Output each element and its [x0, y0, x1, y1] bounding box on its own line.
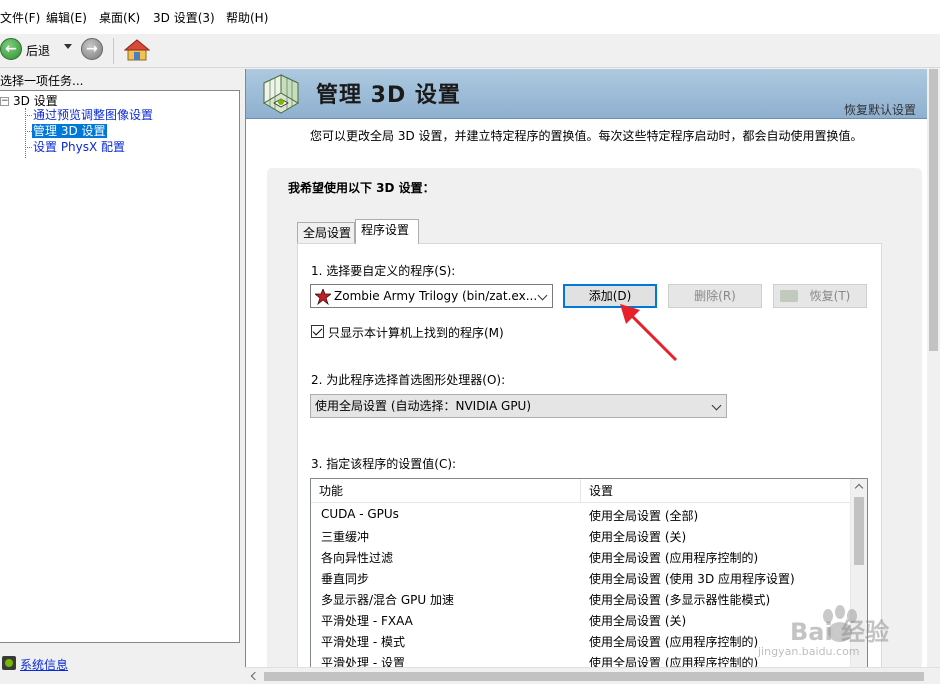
feature-cell[interactable]: 垂直同步 [321, 570, 369, 587]
feature-cell[interactable]: 平滑处理 - 模式 [321, 633, 405, 650]
page-banner: 管理 3D 设置 恢复默认设置 [246, 69, 940, 119]
tree-connector [25, 131, 32, 132]
horizontal-scrollbar[interactable] [245, 667, 940, 684]
page-title: 管理 3D 设置 [316, 83, 461, 108]
chevron-down-icon [711, 400, 722, 411]
page-scroll-thumb[interactable] [929, 69, 938, 351]
remove-button-label: 删除(R) [694, 289, 736, 303]
add-button-label: 添加(D) [588, 289, 632, 303]
gpu-select[interactable]: 使用全局设置 (自动选择：NVIDIA GPU) [310, 394, 727, 418]
setting-cell[interactable]: 使用全局设置 (应用程序控制的) [589, 633, 758, 650]
step1-label: 1. 选择要自定义的程序(S): [311, 264, 456, 278]
toolbar: ← 后退 → [0, 34, 940, 68]
task-tree: − 3D 设置 通过预览调整图像设置 管理 3D 设置 设置 PhysX 配置 [0, 90, 240, 643]
nvidia-eye-icon [780, 290, 798, 302]
home-icon[interactable] [124, 38, 150, 62]
feature-cell[interactable]: 多显示器/混合 GPU 加速 [321, 591, 454, 608]
page-description: 您可以更改全局 3D 设置，并建立特定程序的置换值。每次这些特定程序启动时，都会… [310, 129, 863, 143]
3d-cube-icon [263, 74, 299, 114]
menu-file[interactable]: 文件(F) [0, 9, 40, 26]
page-scrollbar[interactable] [927, 69, 940, 667]
collapse-icon[interactable]: − [0, 97, 9, 106]
content-pane: 管理 3D 设置 恢复默认设置 您可以更改全局 3D 设置，并建立特定程序的置换… [245, 69, 940, 684]
restore-defaults-link[interactable]: 恢复默认设置 [844, 101, 916, 118]
gpu-select-value: 使用全局设置 (自动选择：NVIDIA GPU) [315, 399, 532, 413]
tree-item-label: 通过预览调整图像设置 [33, 108, 154, 122]
zombie-army-icon [315, 289, 331, 305]
menu-bar: 文件(F) 编辑(E) 桌面(K) 3D 设置(3) 帮助(H) [0, 0, 940, 34]
program-select-value: Zombie Army Trilogy (bin/zat.ex... [334, 289, 538, 303]
back-label[interactable]: 后退 [26, 42, 50, 59]
step2-label: 2. 为此程序选择首选图形处理器(O): [311, 373, 506, 387]
watermark-text: Bai 经验 [790, 618, 890, 646]
setting-cell[interactable]: 使用全局设置 (应用程序控制的) [589, 549, 758, 566]
setting-cell[interactable]: 使用全局设置 (多显示器性能模式) [589, 591, 770, 608]
show-local-programs-checkbox[interactable] [311, 325, 324, 338]
feature-cell[interactable]: 平滑处理 - FXAA [321, 612, 413, 629]
restore-program-button[interactable]: 恢复(T) [773, 284, 867, 308]
tab-global-settings[interactable]: 全局设置 [297, 222, 355, 244]
setting-cell[interactable]: 使用全局设置 (全部) [589, 507, 698, 524]
add-program-button[interactable]: 添加(D) [563, 284, 657, 308]
back-button[interactable]: ← [0, 38, 22, 60]
system-info-link[interactable]: 系统信息 [20, 656, 68, 673]
show-local-programs-label[interactable]: 只显示本计算机上找到的程序(M) [328, 324, 504, 341]
settings-heading: 我希望使用以下 3D 设置： [288, 181, 435, 195]
chevron-down-icon [537, 290, 548, 301]
setting-cell[interactable]: 使用全局设置 (使用 3D 应用程序设置) [589, 570, 795, 587]
tab-program-settings[interactable]: 程序设置 [355, 219, 419, 244]
column-header-feature[interactable]: 功能 [311, 479, 580, 503]
menu-help[interactable]: 帮助(H) [226, 9, 268, 26]
list-scroll-thumb[interactable] [854, 497, 864, 565]
tree-connector [25, 147, 32, 148]
task-panel-title: 选择一项任务... [0, 74, 84, 88]
nvidia-logo-icon [2, 656, 16, 670]
tab-label: 全局设置 [303, 226, 352, 240]
menu-3d-settings[interactable]: 3D 设置(3) [153, 9, 215, 26]
menu-edit[interactable]: 编辑(E) [46, 9, 87, 26]
arrow-left-icon: ← [5, 41, 17, 57]
tree-item-physx[interactable]: 设置 PhysX 配置 [33, 140, 125, 155]
tree-item-label: 管理 3D 设置 [32, 124, 107, 138]
forward-button[interactable]: → [81, 38, 103, 60]
step3-label: 3. 指定该程序的设置值(C): [311, 457, 457, 471]
tree-root-label: 3D 设置 [13, 94, 58, 108]
scroll-left-icon[interactable] [250, 671, 260, 681]
menu-desktop[interactable]: 桌面(K) [99, 9, 140, 26]
scroll-up-icon[interactable] [854, 483, 864, 493]
remove-program-button[interactable]: 删除(R) [668, 284, 762, 308]
feature-cell[interactable]: CUDA - GPUs [321, 507, 399, 521]
history-dropdown-icon[interactable] [64, 44, 72, 49]
feature-cell[interactable]: 各向异性过滤 [321, 549, 393, 566]
setting-cell[interactable]: 使用全局设置 (关) [589, 612, 686, 629]
tree-item-manage-3d[interactable]: 管理 3D 设置 [32, 124, 107, 139]
watermark-url: jingyan.baidu.com [758, 645, 860, 658]
column-header-label: 功能 [319, 484, 344, 498]
task-panel-header: 选择一项任务... [0, 70, 244, 90]
restore-button-label: 恢复(T) [809, 289, 851, 303]
column-header-setting[interactable]: 设置 [581, 479, 851, 503]
tree-item-preview-adjust[interactable]: 通过预览调整图像设置 [33, 108, 153, 123]
tree-connector [25, 115, 32, 116]
program-select[interactable]: Zombie Army Trilogy (bin/zat.ex... [310, 284, 553, 308]
column-header-label: 设置 [589, 484, 614, 498]
tree-item-label: 设置 PhysX 配置 [33, 140, 126, 154]
horizontal-scroll-thumb[interactable] [264, 672, 924, 681]
toolbar-separator [113, 38, 114, 64]
setting-cell[interactable]: 使用全局设置 (关) [589, 528, 686, 545]
feature-cell[interactable]: 三重缓冲 [321, 528, 369, 545]
tab-label: 程序设置 [361, 223, 410, 237]
arrow-right-icon: → [86, 41, 98, 57]
